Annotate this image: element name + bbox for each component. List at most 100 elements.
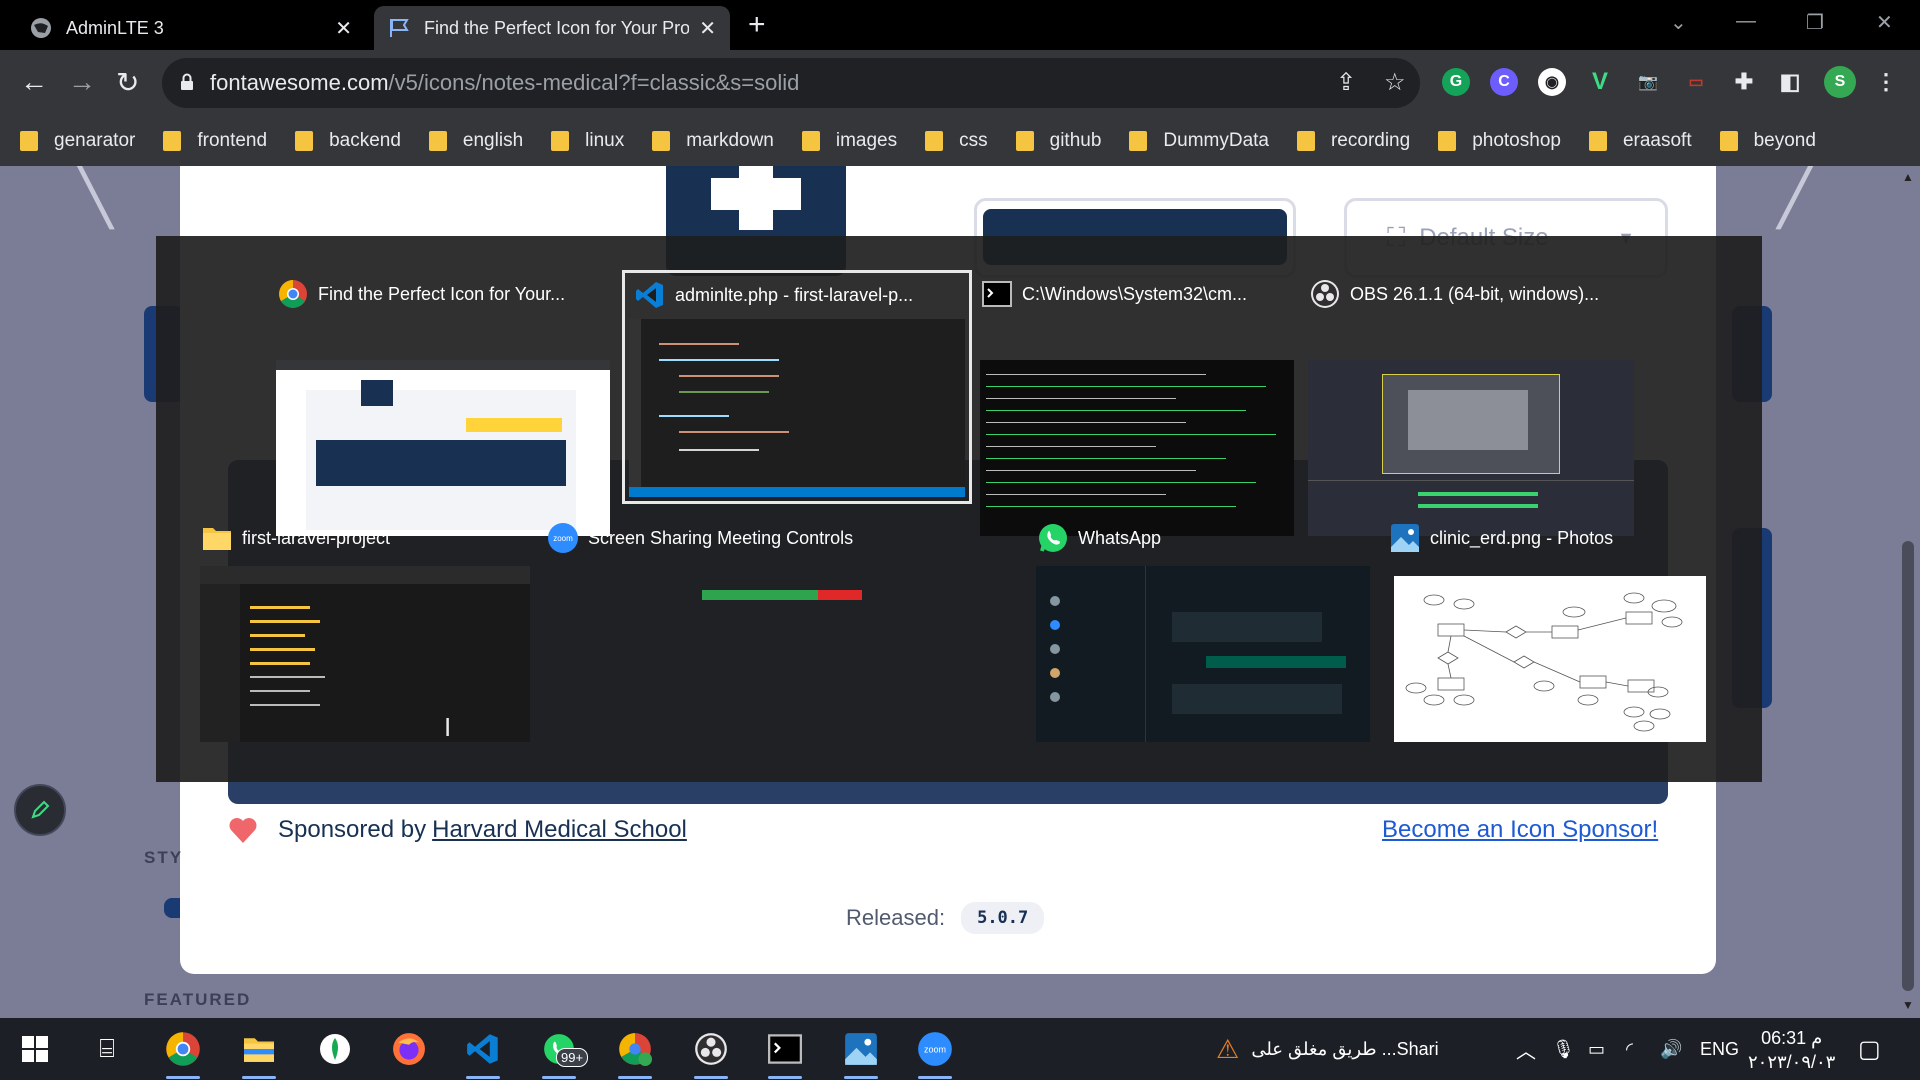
window-label: first-laravel-project [200,518,390,558]
tab-search-icon[interactable]: ⌄ [1670,10,1687,35]
extensions-puzzle-icon[interactable]: ✚ [1730,68,1758,96]
svg-text:zoom: zoom [924,1044,946,1054]
taskbar-whatsapp-icon[interactable]: 99+ [540,1030,589,1068]
thumb-row [250,634,305,637]
profile-avatar[interactable]: S [1824,66,1856,98]
switcher-window-vscode[interactable]: adminlte.php - first-laravel-p... [622,270,972,504]
folder-icon [1015,131,1034,151]
back-icon[interactable]: ← [20,66,48,98]
scroll-up-icon[interactable]: ▲ [1902,170,1914,184]
folder-icon [1719,131,1738,151]
taskbar-firefox-icon[interactable] [390,1030,428,1068]
notification-ticker[interactable]: ⚠ طريق مغلق على ...Shari [1216,1018,1439,1080]
bookmark-folder[interactable]: linux [551,130,624,152]
share-icon[interactable]: ⇪ [1336,68,1356,97]
style-toggle[interactable] [164,898,180,918]
tab-adminlte[interactable]: AdminLTE 3 ✕ [16,6,366,50]
become-sponsor-link[interactable]: Become an Icon Sponsor! [1382,816,1658,844]
bookmarks-bar: genarator frontend backend english linux… [0,116,1920,166]
grammarly-icon[interactable]: G [1442,68,1470,96]
thumb-row [250,704,320,706]
switcher-window-zoom[interactable]: zoom Screen Sharing Meeting Controls [546,518,926,628]
switcher-window-obs[interactable]: OBS 26.1.1 (64-bit, windows)... [1308,274,1648,536]
bookmark-folder[interactable]: css [925,130,988,152]
volume-icon[interactable]: 🔊 [1660,1018,1682,1080]
bookmark-folder[interactable]: github [1015,130,1101,152]
start-windows-icon[interactable] [16,1030,54,1068]
bookmark-label: photoshop [1472,130,1561,151]
taskbar-zoom-icon[interactable]: zoom [916,1030,954,1068]
clock-time: 06:31 م [1761,1028,1823,1048]
close-tab-icon[interactable]: ✕ [699,16,716,41]
microphone-icon[interactable]: 🎙 [1552,1018,1575,1080]
extension-c-icon[interactable]: C [1490,68,1518,96]
taskbar-cmd-icon[interactable] [766,1030,804,1068]
thumb-activitybar [629,319,641,497]
show-hidden-icons-chevron-icon[interactable]: ︿ [1516,1018,1536,1080]
extension-red-icon[interactable]: ▭ [1682,68,1710,96]
bookmark-folder[interactable]: photoshop [1438,130,1561,152]
close-window-icon[interactable]: ✕ [1876,10,1893,35]
address-bar[interactable]: fontawesome.com /v5/icons/notes-medical?… [162,58,1420,108]
page-scrollbar[interactable]: ▲ ▼ [1896,166,1920,1018]
taskbar-chrome-profile-icon[interactable] [616,1030,654,1068]
new-tab-icon[interactable]: + [748,8,766,42]
task-view-icon[interactable]: ⌸ [88,1030,126,1068]
taskbar-clock[interactable]: 06:31 م ٢٠٢٣/٠٩/٠٣ [1748,1026,1835,1074]
flag-icon [388,17,410,39]
menu-kebab-icon[interactable]: ⋮ [1872,68,1900,96]
bookmark-folder[interactable]: images [801,130,897,152]
next-icon[interactable]: ╱ [1778,166,1814,230]
thumb-ribbon [200,566,530,584]
taskbar-mongodb-icon[interactable] [316,1030,354,1068]
battery-icon[interactable]: ▭ [1588,1018,1605,1080]
close-tab-icon[interactable]: ✕ [335,16,352,41]
extension-circle-icon[interactable]: ◉ [1538,68,1566,96]
bookmark-folder[interactable]: genarator [20,130,135,152]
taskbar-obs-icon[interactable] [692,1030,730,1068]
sponsor-link[interactable]: Harvard Medical School [432,816,687,844]
bookmark-star-icon[interactable]: ☆ [1384,68,1406,97]
taskbar-photos-icon[interactable] [842,1030,880,1068]
bookmark-folder[interactable]: english [428,130,523,152]
restore-icon[interactable]: ❐ [1806,10,1824,35]
camera-icon[interactable]: 📷 [1634,68,1662,96]
scroll-down-icon[interactable]: ▼ [1902,998,1914,1012]
tab-title: AdminLTE 3 [66,17,164,38]
prev-icon[interactable]: ╲ [76,166,112,230]
tab-fontawesome[interactable]: Find the Perfect Icon for Your Pro ✕ [374,6,730,50]
folder-icon [801,131,820,151]
switcher-window-chrome[interactable]: Find the Perfect Icon for Your... [276,274,616,536]
taskbar-explorer-icon[interactable] [240,1030,278,1068]
taskbar-chrome-icon[interactable] [164,1030,202,1068]
thumb-text [986,470,1196,471]
bookmark-folder[interactable]: markdown [652,130,774,152]
whatsapp-badge: 99+ [556,1048,589,1067]
forward-icon[interactable]: → [68,66,96,98]
bookmark-folder[interactable]: recording [1296,130,1410,152]
edit-pencil-button[interactable] [14,784,66,836]
minimize-icon[interactable]: — [1736,10,1756,33]
side-panel-icon[interactable]: ◧ [1776,68,1804,96]
switcher-window-photos[interactable]: clinic_erd.png - Photos [1388,518,1728,752]
bookmark-folder[interactable]: frontend [163,130,267,152]
tab-strip: AdminLTE 3 ✕ Find the Perfect Icon for Y… [0,0,1920,50]
bookmark-folder[interactable]: beyond [1719,130,1816,152]
wifi-icon[interactable]: ◜ [1626,1018,1633,1080]
thumb-text [986,494,1166,495]
switcher-window-cmd[interactable]: C:\Windows\System32\cm... [980,274,1314,536]
alt-tab-switcher: Find the Perfect Icon for Your... adminl… [156,236,1762,782]
notification-center-icon[interactable]: ▢ [1858,1018,1881,1080]
switcher-window-whatsapp[interactable]: WhatsApp [1036,518,1376,752]
input-language[interactable]: ENG [1700,1018,1739,1080]
bookmark-folder[interactable]: backend [295,130,401,152]
thumb-row [250,606,310,609]
taskbar-vscode-icon[interactable] [464,1030,502,1068]
switcher-window-explorer[interactable]: first-laravel-project [200,518,534,752]
bookmark-folder[interactable]: DummyData [1129,130,1269,152]
scrollbar-thumb[interactable] [1902,541,1914,991]
bookmark-folder[interactable]: eraasoft [1588,130,1692,152]
thumb-stop-share [818,590,862,600]
vue-devtools-icon[interactable]: V [1586,68,1614,96]
reload-icon[interactable]: ↻ [116,66,139,99]
